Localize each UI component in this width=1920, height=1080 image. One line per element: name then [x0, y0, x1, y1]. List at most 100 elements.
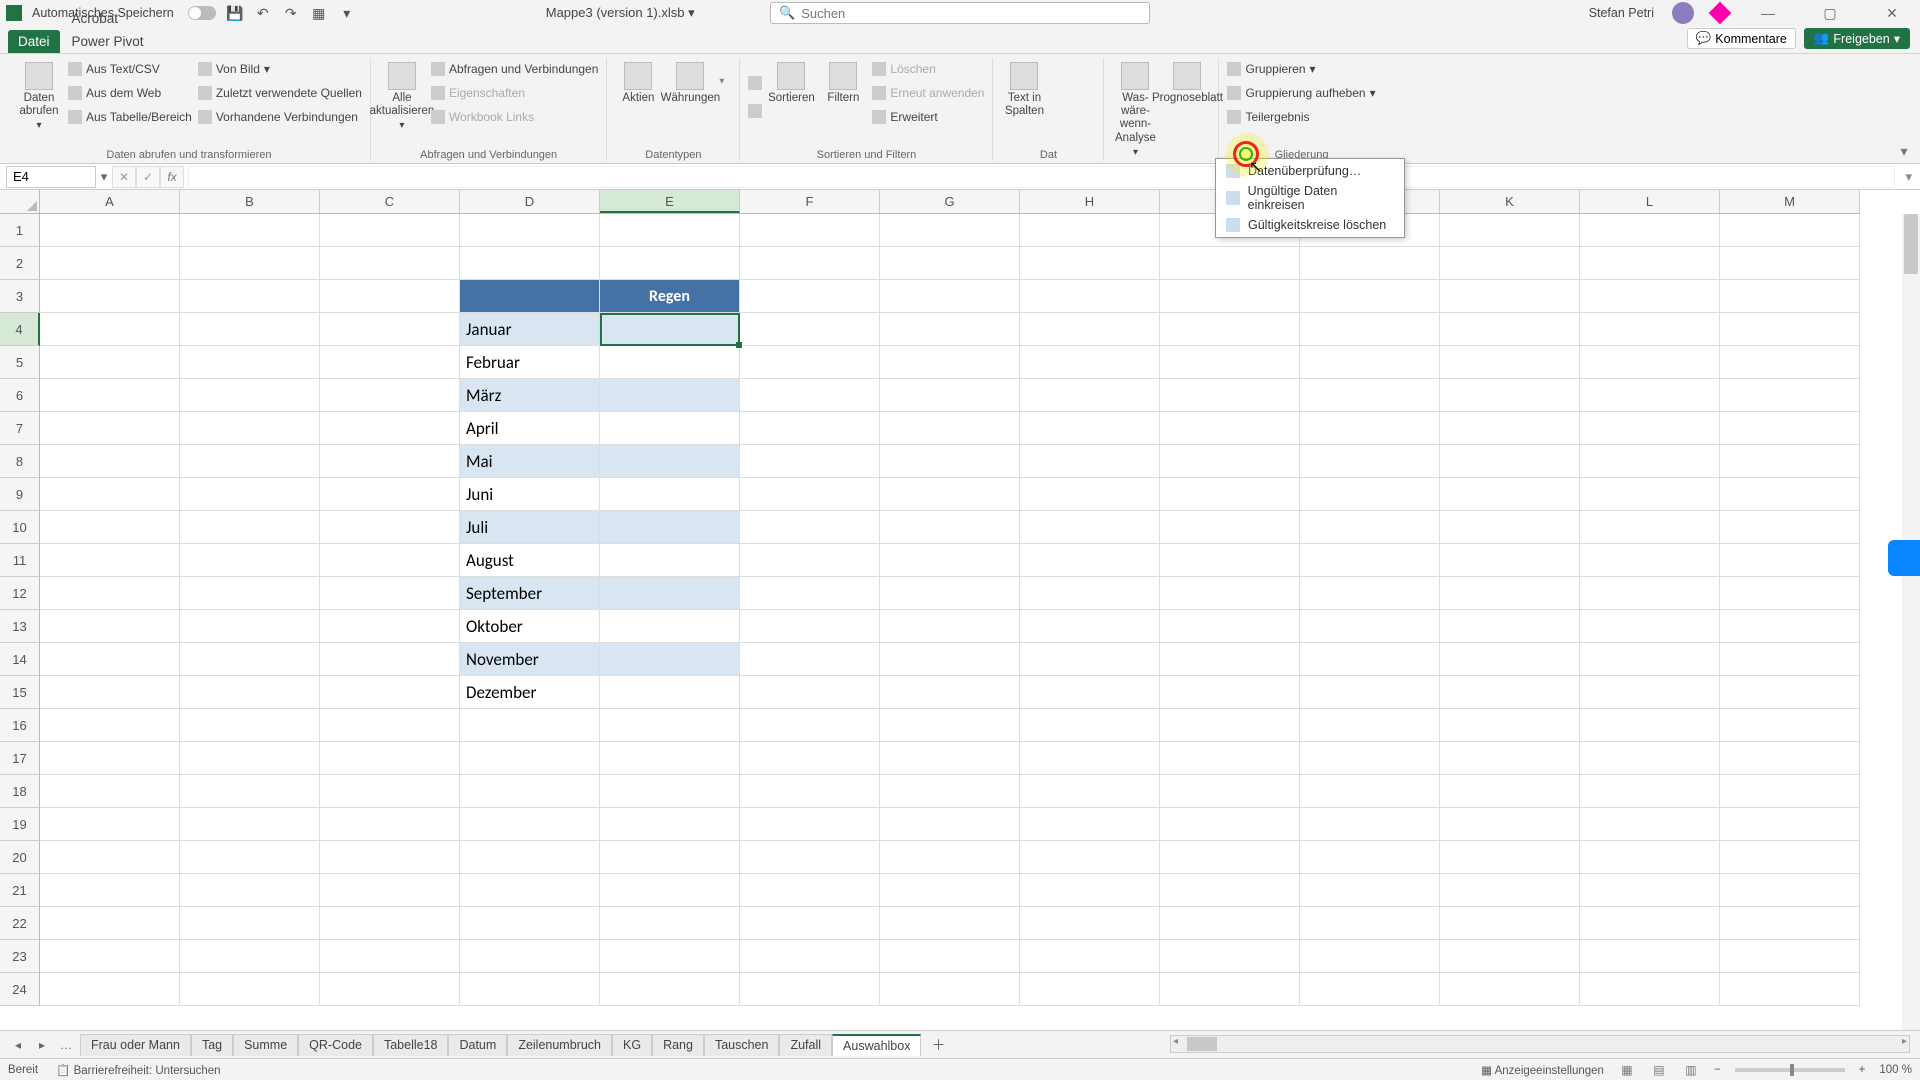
cell-B21[interactable]	[180, 874, 320, 907]
cell-M1[interactable]	[1720, 214, 1860, 247]
cell-B4[interactable]	[180, 313, 320, 346]
gruppierung-aufheben-button[interactable]: Gruppierung aufheben ▾	[1227, 82, 1375, 104]
sheet-tab-frau-oder-mann[interactable]: Frau oder Mann	[80, 1034, 191, 1056]
cell-K17[interactable]	[1440, 742, 1580, 775]
name-box[interactable]: E4	[6, 166, 96, 188]
cell-G24[interactable]	[880, 973, 1020, 1006]
cell-G23[interactable]	[880, 940, 1020, 973]
row-header[interactable]: 3	[0, 280, 40, 313]
cell-K23[interactable]	[1440, 940, 1580, 973]
cell-G3[interactable]	[880, 280, 1020, 313]
cell-I18[interactable]	[1160, 775, 1300, 808]
cell-D2[interactable]	[460, 247, 600, 280]
cell-C21[interactable]	[320, 874, 460, 907]
cell-J4[interactable]	[1300, 313, 1440, 346]
cell-L8[interactable]	[1580, 445, 1720, 478]
cell-B20[interactable]	[180, 841, 320, 874]
cell-C6[interactable]	[320, 379, 460, 412]
erweitert-button[interactable]: Erweitert	[872, 106, 984, 128]
cell-L11[interactable]	[1580, 544, 1720, 577]
cell-M6[interactable]	[1720, 379, 1860, 412]
consolidate-icon[interactable]	[1053, 86, 1071, 104]
teilergebnis-button[interactable]: Teilergebnis	[1227, 106, 1375, 128]
cell-L4[interactable]	[1580, 313, 1720, 346]
search-input[interactable]: 🔍 Suchen	[770, 2, 1150, 24]
cell-J8[interactable]	[1300, 445, 1440, 478]
cell-A21[interactable]	[40, 874, 180, 907]
cell-M4[interactable]	[1720, 313, 1860, 346]
cell-G20[interactable]	[880, 841, 1020, 874]
cell-L13[interactable]	[1580, 610, 1720, 643]
cell-M13[interactable]	[1720, 610, 1860, 643]
cell-H17[interactable]	[1020, 742, 1160, 775]
cell-M17[interactable]	[1720, 742, 1860, 775]
row-header[interactable]: 18	[0, 775, 40, 808]
cell-I16[interactable]	[1160, 709, 1300, 742]
cell-L6[interactable]	[1580, 379, 1720, 412]
row-header[interactable]: 20	[0, 841, 40, 874]
cell-D8[interactable]: Mai	[460, 445, 600, 478]
cell-A11[interactable]	[40, 544, 180, 577]
cell-B5[interactable]	[180, 346, 320, 379]
cell-J24[interactable]	[1300, 973, 1440, 1006]
diamond-icon[interactable]	[1709, 2, 1732, 25]
side-floating-icon[interactable]	[1888, 540, 1920, 576]
row-header[interactable]: 21	[0, 874, 40, 907]
cell-B7[interactable]	[180, 412, 320, 445]
cell-H10[interactable]	[1020, 511, 1160, 544]
cell-A7[interactable]	[40, 412, 180, 445]
cell-J20[interactable]	[1300, 841, 1440, 874]
cell-D1[interactable]	[460, 214, 600, 247]
cell-D13[interactable]: Oktober	[460, 610, 600, 643]
cell-M15[interactable]	[1720, 676, 1860, 709]
cell-K11[interactable]	[1440, 544, 1580, 577]
cell-F7[interactable]	[740, 412, 880, 445]
cell-D7[interactable]: April	[460, 412, 600, 445]
cell-A3[interactable]	[40, 280, 180, 313]
cell-A9[interactable]	[40, 478, 180, 511]
cell-H23[interactable]	[1020, 940, 1160, 973]
cell-D12[interactable]: September	[460, 577, 600, 610]
cell-K5[interactable]	[1440, 346, 1580, 379]
redo-icon[interactable]: ↷	[282, 4, 300, 22]
cell-M10[interactable]	[1720, 511, 1860, 544]
cell-M9[interactable]	[1720, 478, 1860, 511]
cell-G7[interactable]	[880, 412, 1020, 445]
cell-D20[interactable]	[460, 841, 600, 874]
cell-L19[interactable]	[1580, 808, 1720, 841]
tab-file[interactable]: Datei	[8, 30, 60, 53]
maximize-icon[interactable]: ▢	[1808, 0, 1852, 26]
cell-K21[interactable]	[1440, 874, 1580, 907]
cell-C11[interactable]	[320, 544, 460, 577]
cell-C1[interactable]	[320, 214, 460, 247]
cell-M21[interactable]	[1720, 874, 1860, 907]
cell-L22[interactable]	[1580, 907, 1720, 940]
cell-L15[interactable]	[1580, 676, 1720, 709]
cell-A4[interactable]	[40, 313, 180, 346]
cell-G19[interactable]	[880, 808, 1020, 841]
cell-A6[interactable]	[40, 379, 180, 412]
cell-M24[interactable]	[1720, 973, 1860, 1006]
cell-J18[interactable]	[1300, 775, 1440, 808]
cell-E12[interactable]	[600, 577, 740, 610]
cell-H5[interactable]	[1020, 346, 1160, 379]
cell-C20[interactable]	[320, 841, 460, 874]
sheet-tab-rang[interactable]: Rang	[652, 1034, 704, 1056]
cell-I9[interactable]	[1160, 478, 1300, 511]
cell-M19[interactable]	[1720, 808, 1860, 841]
cell-J12[interactable]	[1300, 577, 1440, 610]
cell-F6[interactable]	[740, 379, 880, 412]
cell-B16[interactable]	[180, 709, 320, 742]
cell-E10[interactable]	[600, 511, 740, 544]
cell-J16[interactable]	[1300, 709, 1440, 742]
cell-G22[interactable]	[880, 907, 1020, 940]
cell-K8[interactable]	[1440, 445, 1580, 478]
status-barrierefreiheit[interactable]: 📋 Barrierefreiheit: Untersuchen	[56, 1063, 221, 1077]
cell-F1[interactable]	[740, 214, 880, 247]
cell-K10[interactable]	[1440, 511, 1580, 544]
cell-J11[interactable]	[1300, 544, 1440, 577]
cell-C2[interactable]	[320, 247, 460, 280]
formula-expand-icon[interactable]: ▾	[1905, 169, 1912, 185]
cell-M23[interactable]	[1720, 940, 1860, 973]
row-header[interactable]: 2	[0, 247, 40, 280]
